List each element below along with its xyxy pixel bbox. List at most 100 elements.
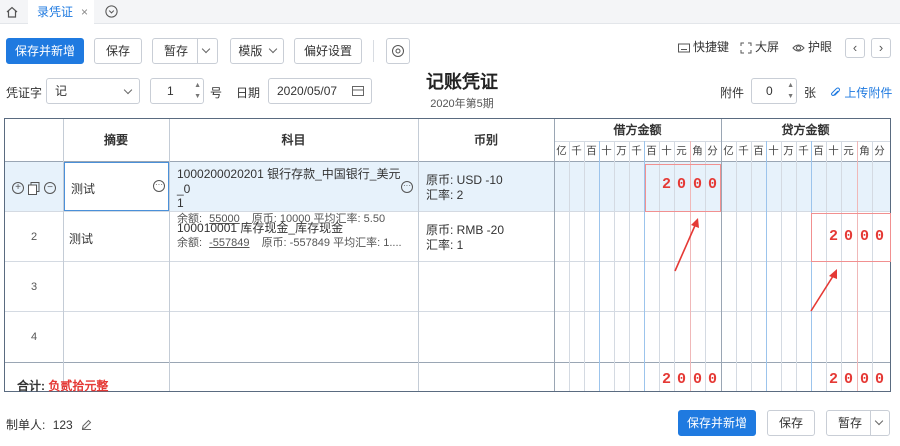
digit-header: 万 (783, 145, 794, 157)
template-label: 模版 (238, 44, 263, 58)
tab-record-voucher[interactable]: 录凭证 × (28, 0, 94, 24)
view-toggle-button[interactable] (386, 38, 410, 64)
original-currency-info: 原币: -557849 平均汇率: 1.... (261, 237, 402, 249)
total-credit-digit: 0 (874, 371, 884, 388)
rate-text: 汇率: 2 (426, 188, 464, 202)
digit-header: 百 (646, 145, 657, 157)
preferences-button[interactable]: 偏好设置 (294, 38, 362, 64)
eye-care-label: 护眼 (808, 40, 833, 54)
chevron-down-circle-icon[interactable] (104, 4, 119, 19)
row-number: 3 (30, 281, 38, 293)
stepper-arrows-icon[interactable]: ▲ ▼ (787, 80, 794, 102)
total-debit-digit: 0 (692, 371, 702, 388)
calendar-icon[interactable] (352, 85, 364, 97)
tab-bar: 录凭证 × (0, 0, 900, 24)
delete-row-icon[interactable]: − (44, 182, 56, 194)
date-value: 2020/05/07 (277, 84, 338, 98)
draft-label: 暂存 (838, 416, 863, 430)
divider (872, 141, 873, 391)
digit-header: 千 (798, 145, 809, 157)
digit-header: 百 (753, 145, 764, 157)
prev-voucher-button[interactable]: ‹ (845, 38, 865, 58)
annotation-arrow-icon (674, 218, 699, 272)
total-in-words: 负贰拾元整 (48, 379, 109, 393)
divider (599, 141, 600, 391)
digit-header: 分 (874, 145, 885, 157)
divider (373, 40, 374, 62)
currency-cell[interactable]: 原币: USD -10 汇率: 2 (426, 173, 503, 203)
debit-digit: 0 (707, 176, 717, 193)
upload-attachment-link[interactable]: 上传附件 (830, 84, 892, 101)
shortcut-link[interactable]: 快捷键 (678, 40, 729, 54)
number-unit: 号 (210, 86, 223, 100)
attachment-unit: 张 (804, 86, 817, 100)
divider (796, 141, 797, 391)
attachment-count-stepper[interactable]: 0 ▲ ▼ (751, 78, 797, 104)
draft-label: 暂存 (164, 44, 189, 58)
eye-circle-icon (392, 45, 404, 57)
subject-header: 科目 (281, 133, 306, 147)
home-icon[interactable] (4, 4, 20, 20)
save-and-new-button[interactable]: 保存并新增 (678, 410, 756, 436)
fullscreen-label: 大屏 (755, 40, 780, 54)
total-credit-digit: 2 (828, 371, 838, 388)
divider (766, 141, 767, 391)
voucher-word-select[interactable]: 记 (46, 78, 140, 104)
summary-input[interactable]: 测试 ··· (64, 162, 169, 211)
shortcut-label: 快捷键 (693, 40, 730, 54)
credit-digit: 0 (843, 228, 853, 245)
next-voucher-button[interactable]: › (871, 38, 891, 58)
divider (870, 411, 871, 435)
row-number: 2 (30, 231, 38, 243)
voucher-number-value: 1 (167, 84, 174, 98)
copy-row-icon[interactable] (28, 182, 40, 195)
digit-header: 亿 (723, 145, 734, 157)
divider (5, 211, 890, 212)
digit-header: 千 (738, 145, 749, 157)
maker-value: 123 (52, 418, 73, 432)
digit-header: 分 (707, 145, 718, 157)
voucher-word-value: 记 (55, 84, 68, 98)
voucher-number-stepper[interactable]: 1 ▲ ▼ (150, 78, 204, 104)
more-icon[interactable]: ··· (401, 181, 413, 193)
chevron-down-icon[interactable] (874, 411, 884, 435)
digit-header: 角 (859, 145, 870, 157)
subject-text: 1000200020201 银行存款_中国银行_美元_0 (177, 167, 401, 196)
paperclip-icon (831, 87, 840, 96)
subject-cell[interactable]: 1000200020201 银行存款_中国银行_美元_0 1 余额: 55000… (177, 165, 409, 226)
subject-cell[interactable]: 100010001 库存现金_库存现金 余额: -557849 原币: -557… (177, 221, 417, 251)
page-title: 记账凭证 (426, 72, 498, 92)
stepper-arrows-icon[interactable]: ▲ ▼ (194, 80, 201, 102)
total-credit-digit: 0 (843, 371, 853, 388)
more-icon[interactable]: ··· (153, 180, 165, 192)
digit-header: 万 (616, 145, 627, 157)
save-and-new-button[interactable]: 保存并新增 (6, 38, 84, 64)
credit-header: 贷方金额 (781, 123, 830, 137)
date-input[interactable]: 2020/05/07 (268, 78, 372, 104)
draft-button[interactable]: 暂存 (152, 38, 218, 64)
divider (5, 311, 890, 312)
total-credit-digit: 0 (859, 371, 869, 388)
save-button[interactable]: 保存 (94, 38, 142, 64)
fullscreen-link[interactable]: 大屏 (740, 40, 779, 54)
eye-care-link[interactable]: 护眼 (792, 40, 832, 54)
close-icon[interactable]: × (81, 0, 88, 24)
credit-digit: 2 (828, 228, 838, 245)
template-button[interactable]: 模版 (230, 38, 284, 64)
digit-header: 千 (571, 145, 582, 157)
divider (751, 141, 752, 391)
digit-header: 亿 (556, 145, 567, 157)
summary-cell[interactable]: 测试 (69, 230, 93, 247)
maker-info: 制单人: 123 (6, 416, 92, 433)
add-row-icon[interactable]: + (12, 182, 24, 194)
chevron-down-icon[interactable] (201, 39, 211, 63)
edit-icon[interactable] (81, 419, 92, 430)
debit-digit: 0 (676, 176, 686, 193)
save-button[interactable]: 保存 (767, 410, 815, 436)
currency-cell[interactable]: 原币: RMB -20 汇率: 1 (426, 223, 504, 253)
balance-info: 余额: -557849 原币: -557849 平均汇率: 1.... (177, 236, 417, 251)
balance-link[interactable]: -557849 (209, 237, 249, 249)
draft-button[interactable]: 暂存 (826, 410, 890, 436)
total-row-label: 合计: 负贰拾元整 (17, 377, 108, 394)
rate-text: 汇率: 1 (426, 238, 464, 252)
